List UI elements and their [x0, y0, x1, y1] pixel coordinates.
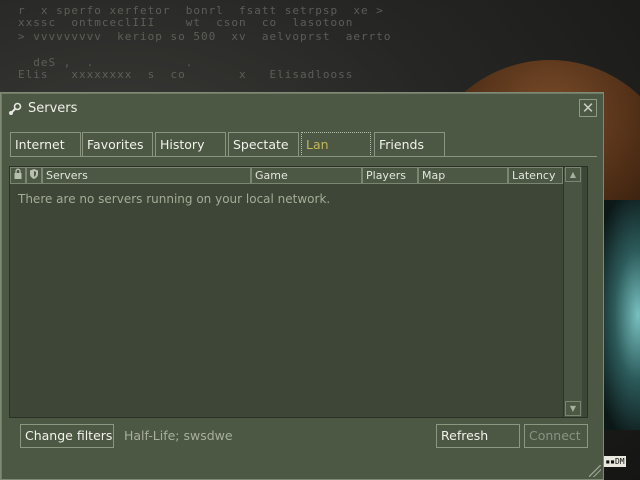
- lock-icon: [14, 168, 22, 179]
- column-game[interactable]: Game: [251, 167, 362, 184]
- empty-list-message: There are no servers running on your loc…: [18, 192, 331, 206]
- refresh-button[interactable]: Refresh: [436, 424, 520, 448]
- window-titlebar[interactable]: Servers ✕: [1, 93, 603, 125]
- scroll-down-button[interactable]: ▼: [565, 401, 581, 416]
- tab-internet[interactable]: Internet: [10, 132, 81, 157]
- tab-favorites[interactable]: Favorites: [82, 132, 153, 157]
- column-latency[interactable]: Latency: [508, 167, 563, 184]
- shield-icon: [30, 169, 38, 179]
- column-servers[interactable]: Servers: [42, 167, 251, 184]
- window-title: Servers: [28, 101, 78, 116]
- arrow-down-icon: ▼: [569, 404, 577, 413]
- list-scrollbar[interactable]: ▲ ▼: [563, 167, 582, 417]
- tab-lan[interactable]: Lan: [301, 132, 371, 157]
- column-secure[interactable]: [26, 167, 42, 184]
- background-console-text: xxssc ontmceclIII wt cson co lasotoon: [18, 16, 354, 29]
- server-list-header: Servers Game Players Map Latency: [10, 167, 563, 184]
- scroll-up-button[interactable]: ▲: [565, 167, 581, 182]
- change-filters-button[interactable]: Change filters: [20, 424, 114, 448]
- tab-history[interactable]: History: [155, 132, 226, 157]
- tab-spectate[interactable]: Spectate: [228, 132, 299, 157]
- tab-friends[interactable]: Friends: [374, 132, 445, 157]
- background-console-text: > vvvvvvvvv keriop so 500 xv aelvoprst a…: [18, 30, 392, 43]
- servers-window: Servers ✕ Internet Favorites History Spe…: [0, 92, 604, 480]
- close-button[interactable]: ✕: [579, 99, 597, 117]
- filter-summary: Half-Life; swsdwe: [124, 428, 233, 443]
- arrow-up-icon: ▲: [569, 170, 577, 179]
- connect-button[interactable]: Connect: [524, 424, 588, 448]
- resize-grip-icon[interactable]: [589, 465, 601, 477]
- column-players[interactable]: Players: [362, 167, 418, 184]
- background-badge: ▪▪DM: [604, 456, 626, 467]
- close-icon: ✕: [581, 99, 595, 117]
- column-password[interactable]: [10, 167, 26, 184]
- background-console-text: Elis xxxxxxxx s co x Elisadlooss: [18, 68, 354, 81]
- steam-logo-icon: [8, 102, 22, 116]
- server-list[interactable]: Servers Game Players Map Latency There a…: [9, 166, 588, 418]
- column-map[interactable]: Map: [418, 167, 508, 184]
